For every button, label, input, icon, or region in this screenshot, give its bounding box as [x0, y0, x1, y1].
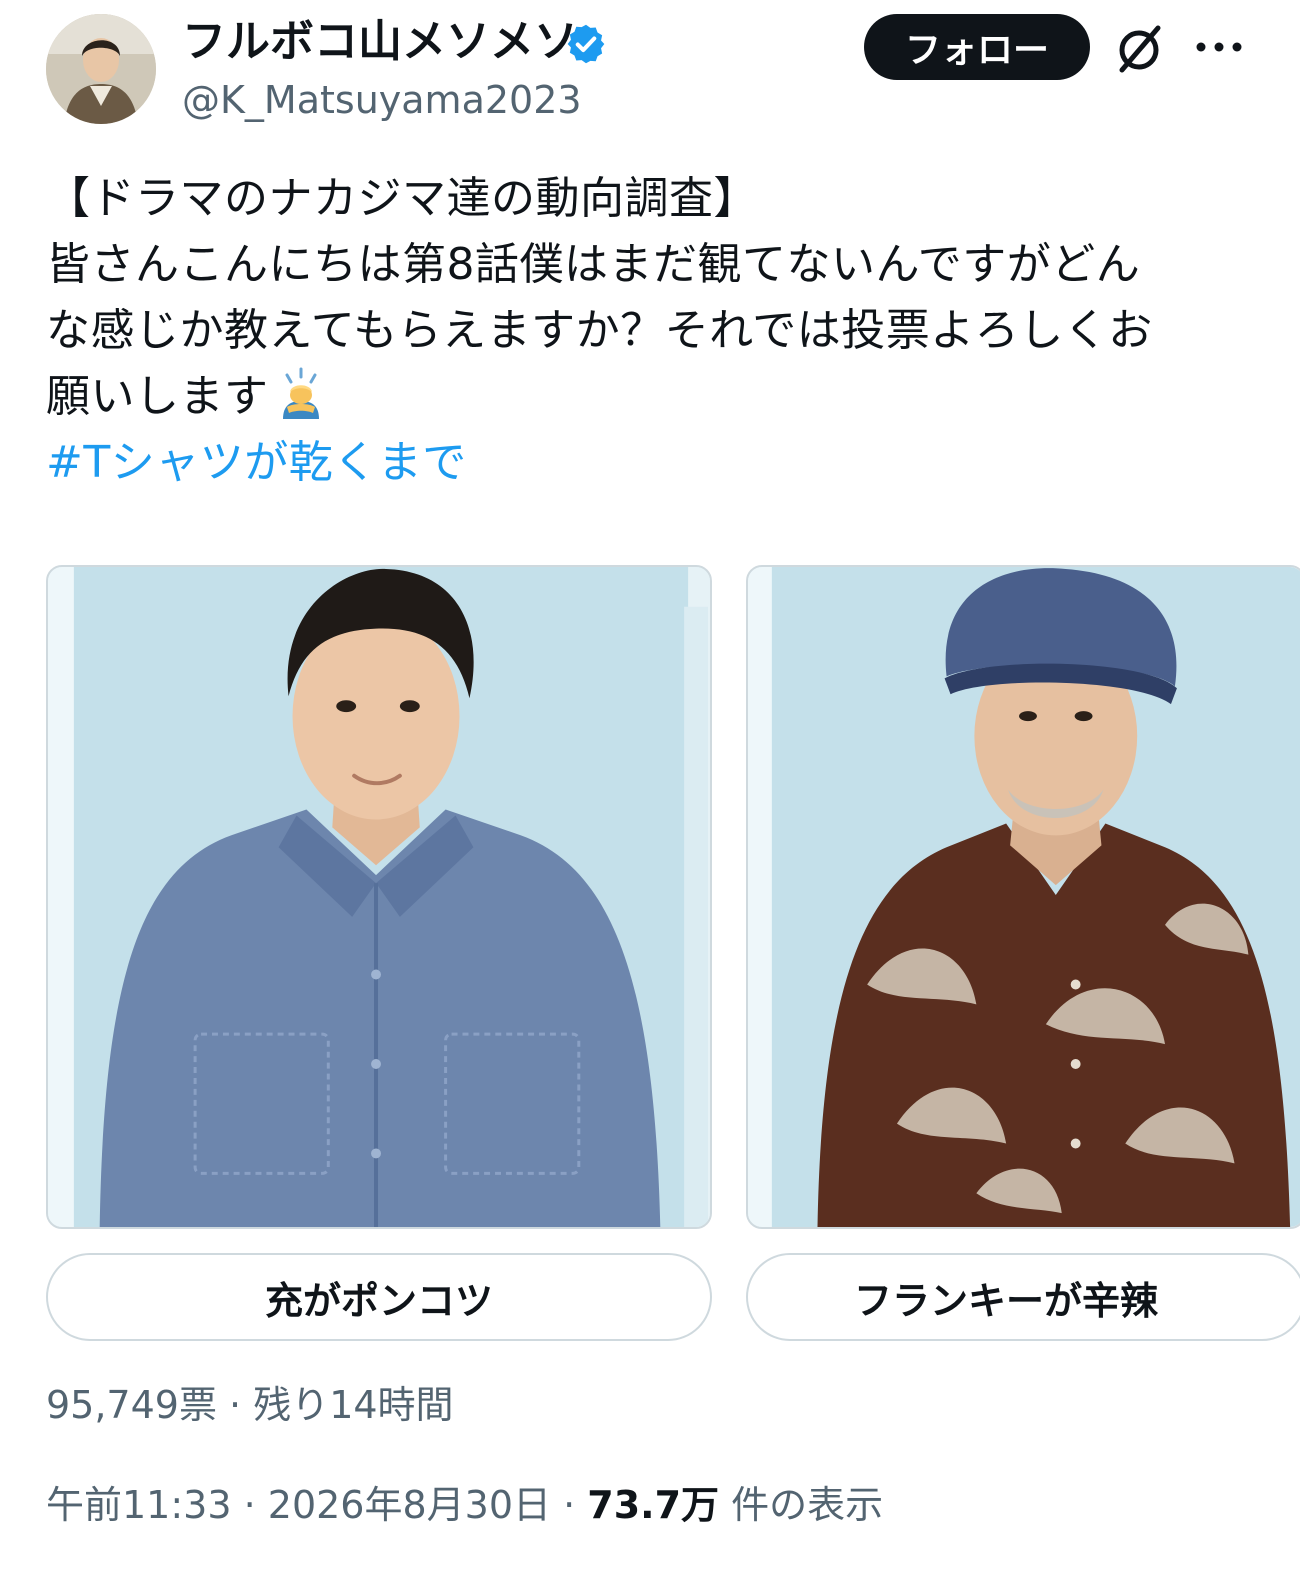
- tweet-line: 皆さんこんにちは第8話僕はまだ観てないんですがどん: [46, 239, 1141, 290]
- bowing-person-icon: [282, 367, 319, 419]
- separator: ·: [231, 1483, 268, 1527]
- views-label: 件の表示: [719, 1483, 884, 1527]
- grok-icon[interactable]: [1110, 20, 1168, 78]
- avatar[interactable]: [46, 14, 156, 124]
- poll-option-image[interactable]: [46, 565, 712, 1229]
- poll-option-image[interactable]: [746, 565, 1300, 1229]
- tweet-line: 【ドラマのナカジマ達の動向調査】: [46, 173, 758, 224]
- display-name[interactable]: フルボコ山メソメソ: [182, 14, 578, 70]
- views-count: 73.7万: [587, 1483, 720, 1527]
- tweet-text: 【ドラマのナカジマ達の動向調査】 皆さんこんにちは第8話僕はまだ観てないんですが…: [46, 166, 1246, 496]
- man-in-hat-brown-shirt-photo: [748, 567, 1300, 1227]
- tweet-line: な感じか教えてもらえますか？それでは投票よろしくお: [46, 305, 1153, 356]
- tweet-time[interactable]: 午前11:33: [46, 1483, 232, 1527]
- man-in-denim-shirt-photo: [48, 567, 710, 1227]
- separator: ·: [551, 1483, 588, 1527]
- more-icon[interactable]: [1192, 30, 1246, 64]
- poll-option-button[interactable]: 充がポンコツ: [46, 1253, 712, 1341]
- follow-button[interactable]: フォロー: [864, 14, 1090, 80]
- poll-option-button[interactable]: フランキーが辛辣: [746, 1253, 1300, 1341]
- tweet-line-with-emoji: 願いします: [46, 364, 1246, 430]
- hashtag-link[interactable]: #Tシャツが乾くまで: [46, 437, 467, 488]
- user-handle[interactable]: @K_Matsuyama2023: [182, 76, 582, 124]
- tweet-date[interactable]: 2026年8月30日: [268, 1483, 551, 1527]
- tweet-line: 願いします: [46, 371, 269, 422]
- verified-badge-icon: [567, 24, 605, 64]
- tweet-page: フルボコ山メソメソ @K_Matsuyama2023 フォロー 【ドラマのナカジ…: [0, 0, 1300, 1582]
- poll-vote-summary: 95,749票 · 残り14時間: [46, 1383, 454, 1427]
- tweet-timestamp-row: 午前11:33 · 2026年8月30日 · 73.7万 件の表示: [46, 1480, 883, 1530]
